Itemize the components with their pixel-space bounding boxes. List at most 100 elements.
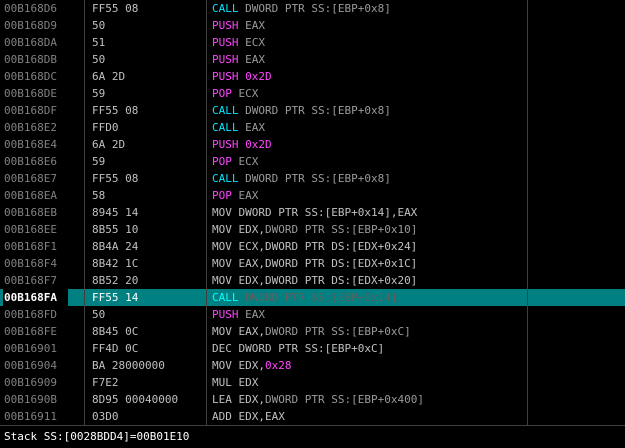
row-disassembly: MOV EDX,DWORD PTR DS:[EDX+0x20] xyxy=(212,272,524,289)
disasm-row[interactable]: 00B168DC 6A 2D PUSH 0x2D xyxy=(0,68,625,85)
row-disassembly: MOV EAX,DWORD PTR SS:[EBP+0xC] xyxy=(212,323,524,340)
row-disassembly: PUSH EAX xyxy=(212,17,524,34)
disasm-row[interactable]: 00B1690B 8D95 00040000 LEA EDX,DWORD PTR S… xyxy=(0,391,625,408)
operand: ECX,DWORD PTR DS:[EDX+0x24] xyxy=(238,240,418,253)
operand: EAX xyxy=(238,189,259,202)
instruction-mnemonic: PUSH xyxy=(212,138,239,151)
disassembly-pane[interactable]: 00B168D6 FF55 08 CALL DWORD PTR SS:[EBP+0x… xyxy=(0,0,625,425)
row-disassembly: POP ECX xyxy=(212,153,524,170)
disasm-row[interactable]: 00B168E4 6A 2D PUSH 0x2D xyxy=(0,136,625,153)
row-disassembly: PUSH ECX xyxy=(212,34,524,51)
row-disassembly: CALL DWORD PTR SS:[EBP+0x8] xyxy=(212,170,524,187)
row-hex-dump: FF4D 0C xyxy=(92,342,139,355)
instruction-mnemonic: PUSH xyxy=(212,36,239,49)
row-address: 00B168EB xyxy=(4,206,57,219)
row-address: 00B168E7 xyxy=(4,172,57,185)
operand: DWORD PTR SS:[EBP+0xC] xyxy=(238,342,385,355)
instruction-mnemonic: ADD xyxy=(212,410,232,423)
row-disassembly: POP EAX xyxy=(212,187,524,204)
column-divider-hex[interactable] xyxy=(206,0,207,425)
operand: ECX xyxy=(238,155,259,168)
row-hex-dump: FF55 14 xyxy=(92,291,139,304)
row-address: 00B168D6 xyxy=(4,2,57,15)
disasm-row[interactable]: 00B168DE 59 POP ECX xyxy=(0,85,625,102)
disasm-row[interactable]: 00B16901 FF4D 0C DEC DWORD PTR SS:[EBP+0xC… xyxy=(0,340,625,357)
row-hex-dump: 50 xyxy=(92,53,106,66)
row-hex-dump: 58 xyxy=(92,189,106,202)
disasm-row[interactable]: 00B168EE 8B55 10 MOV EDX,DWORD PTR SS:[EBP… xyxy=(0,221,625,238)
disasm-row[interactable]: 00B168D9 50 PUSH EAX xyxy=(0,17,625,34)
disasm-row[interactable]: 00B168E6 59 POP ECX xyxy=(0,153,625,170)
disasm-row[interactable]: 00B168EB 8945 14 MOV DWORD PTR SS:[EBP+0x1… xyxy=(0,204,625,221)
row-disassembly: PUSH 0x2D xyxy=(212,136,524,153)
row-disassembly: MOV EDX,DWORD PTR SS:[EBP+0x10] xyxy=(212,221,524,238)
row-disassembly: MOV EAX,DWORD PTR DS:[EDX+0x1C] xyxy=(212,255,524,272)
disasm-row[interactable]: 00B16909 F7E2 MUL EDX xyxy=(0,374,625,391)
disasm-row[interactable]: 00B168FA FF55 14 CALL DWORD PTR SS:[EBP+0x… xyxy=(0,289,625,306)
row-hex-dump: 50 xyxy=(92,308,106,321)
row-disassembly: MOV DWORD PTR SS:[EBP+0x14],EAX xyxy=(212,204,524,221)
row-address: 00B16909 xyxy=(4,376,57,389)
instruction-mnemonic: PUSH xyxy=(212,53,239,66)
disasm-row[interactable]: 00B168FE 8B45 0C MOV EAX,DWORD PTR SS:[EBP… xyxy=(0,323,625,340)
disasm-row[interactable]: 00B168EA 58 POP EAX xyxy=(0,187,625,204)
operand: EAX xyxy=(245,19,265,32)
instruction-mnemonic: MUL xyxy=(212,376,232,389)
disasm-row[interactable]: 00B168DF FF55 08 CALL DWORD PTR SS:[EBP+0x… xyxy=(0,102,625,119)
operand: DWORD PTR SS:[EBP+0x8] xyxy=(245,2,391,15)
info-pane-stack-value: Stack SS:[0028BDD4]=00B01E10 xyxy=(0,425,625,445)
row-hex-dump: 8B55 10 xyxy=(92,223,139,236)
row-address: 00B168E6 xyxy=(4,155,57,168)
row-hex-dump: FFD0 xyxy=(92,121,119,134)
row-address: 00B16911 xyxy=(4,410,57,423)
disasm-row[interactable]: 00B16904 BA 28000000 MOV EDX,0x28 xyxy=(0,357,625,374)
column-divider-disasm[interactable] xyxy=(527,0,528,425)
disasm-row[interactable]: 00B168E2 FFD0 CALL EAX xyxy=(0,119,625,136)
row-disassembly: ADD EDX,EAX xyxy=(212,408,524,425)
disasm-row[interactable]: 00B168FD 50 PUSH EAX xyxy=(0,306,625,323)
instruction-mnemonic: MOV xyxy=(212,257,232,270)
row-address: 00B168DC xyxy=(4,70,57,83)
row-hex-dump: 8945 14 xyxy=(92,206,139,219)
operand: EAX, xyxy=(238,325,266,338)
disasm-row[interactable]: 00B168F7 8B52 20 MOV EDX,DWORD PTR DS:[EDX… xyxy=(0,272,625,289)
row-address: 00B168DE xyxy=(4,87,57,100)
disasm-row[interactable]: 00B168F4 8B42 1C MOV EAX,DWORD PTR DS:[EDX… xyxy=(0,255,625,272)
row-address: 00B168F7 xyxy=(4,274,57,287)
disasm-row[interactable]: 00B168F1 8B4A 24 MOV ECX,DWORD PTR DS:[EDX… xyxy=(0,238,625,255)
operand-immediate: 0x2D xyxy=(245,70,272,83)
row-hex-dump: 8B4A 24 xyxy=(92,240,139,253)
row-address: 00B168F1 xyxy=(4,240,57,253)
operand: ECX xyxy=(245,36,265,49)
instruction-mnemonic: PUSH xyxy=(212,308,239,321)
operand: EAX,DWORD PTR DS:[EDX+0x1C] xyxy=(238,257,418,270)
row-hex-dump: 51 xyxy=(92,36,106,49)
row-hex-dump: FF55 08 xyxy=(92,172,139,185)
disasm-row[interactable]: 00B168DA 51 PUSH ECX xyxy=(0,34,625,51)
instruction-mnemonic: CALL xyxy=(212,2,239,15)
operand: EDX, xyxy=(238,223,266,236)
operand: DWORD PTR SS:[EBP+0x10] xyxy=(265,223,418,236)
row-disassembly: MUL EDX xyxy=(212,374,524,391)
row-address: 00B168E2 xyxy=(4,121,57,134)
operand: EAX xyxy=(245,308,265,321)
disasm-row[interactable]: 00B168DB 50 PUSH EAX xyxy=(0,51,625,68)
row-address: 00B168E4 xyxy=(4,138,57,151)
disasm-row[interactable]: 00B168D6 FF55 08 CALL DWORD PTR SS:[EBP+0x… xyxy=(0,0,625,17)
operand: EAX xyxy=(245,121,265,134)
row-hex-dump: 50 xyxy=(92,19,106,32)
disasm-row[interactable]: 00B168E7 FF55 08 CALL DWORD PTR SS:[EBP+0x… xyxy=(0,170,625,187)
row-hex-dump: 03D0 xyxy=(92,410,119,423)
row-disassembly: MOV ECX,DWORD PTR DS:[EDX+0x24] xyxy=(212,238,524,255)
column-divider-address[interactable] xyxy=(84,0,85,425)
row-disassembly: CALL DWORD PTR SS:[EBP+0x8] xyxy=(212,0,524,17)
row-address: 00B168DA xyxy=(4,36,57,49)
row-address: 00B168EE xyxy=(4,223,57,236)
row-hex-dump: BA 28000000 xyxy=(92,359,165,372)
row-disassembly: PUSH EAX xyxy=(212,306,524,323)
row-address: 00B168DB xyxy=(4,53,57,66)
disasm-row[interactable]: 00B16911 03D0 ADD EDX,EAX xyxy=(0,408,625,425)
instruction-mnemonic: LEA xyxy=(212,393,232,406)
row-hex-dump: 59 xyxy=(92,87,106,100)
operand: DWORD PTR SS:[EBP+0xC] xyxy=(265,325,411,338)
